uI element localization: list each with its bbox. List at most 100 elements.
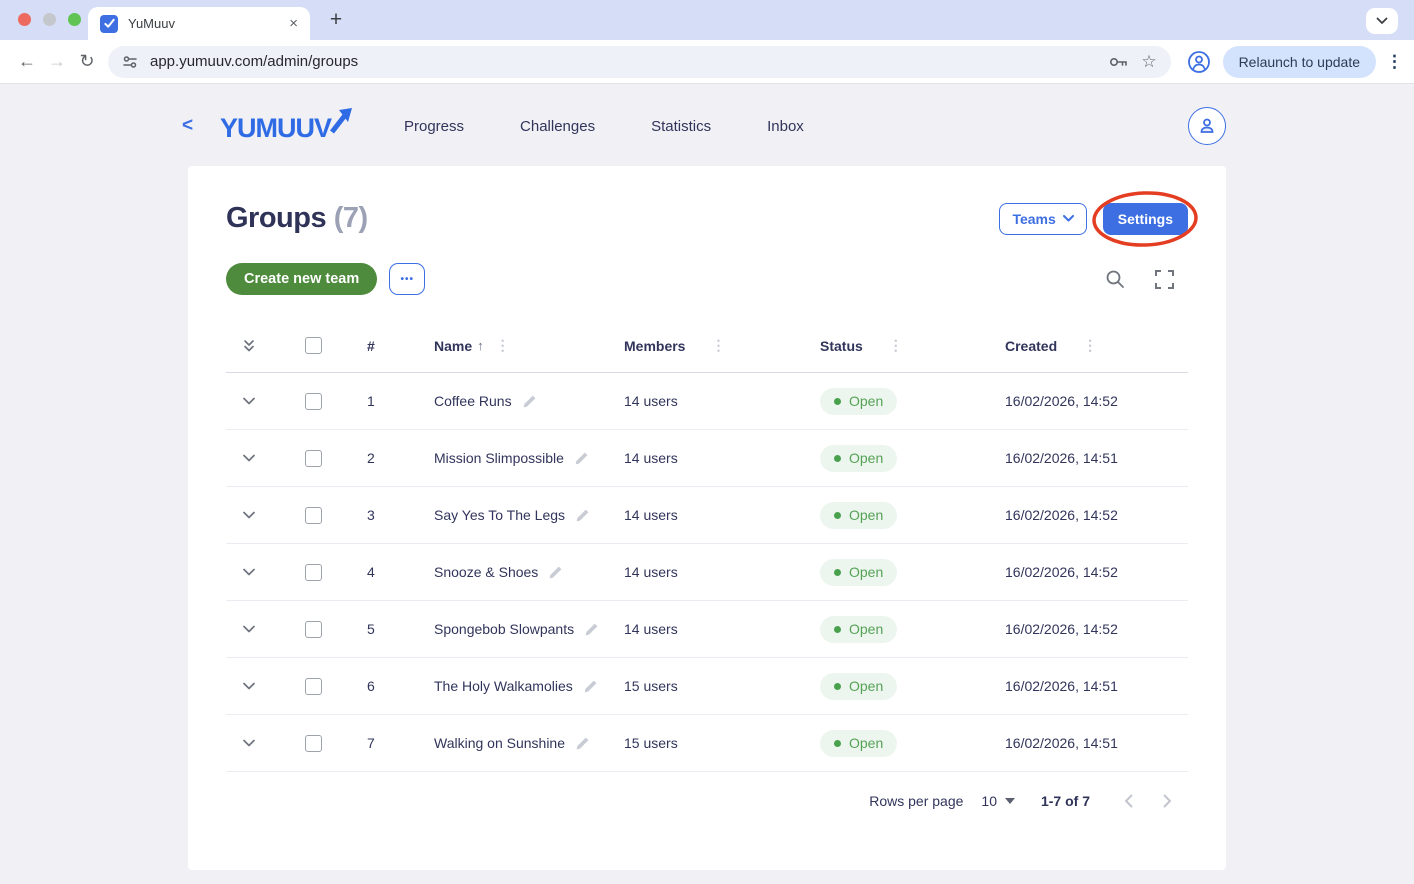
members-count: 14 users bbox=[624, 450, 820, 466]
tab-close-icon[interactable]: × bbox=[289, 16, 298, 31]
browser-profile-button[interactable] bbox=[1187, 50, 1211, 74]
window-minimize-button[interactable] bbox=[43, 13, 56, 26]
new-tab-button[interactable]: + bbox=[324, 8, 348, 32]
column-header-status[interactable]: Status ⋮ bbox=[820, 337, 1005, 354]
column-menu-icon[interactable]: ⋮ bbox=[1083, 337, 1097, 354]
column-menu-icon[interactable]: ⋮ bbox=[889, 337, 903, 354]
tab-title: YuMuuv bbox=[128, 16, 279, 31]
forward-button[interactable]: → bbox=[42, 51, 72, 72]
group-name: The Holy Walkamolies bbox=[434, 678, 573, 694]
created-date: 16/02/2026, 14:52 bbox=[1005, 393, 1188, 409]
relaunch-to-update-button[interactable]: Relaunch to update bbox=[1223, 46, 1376, 78]
browser-tab[interactable]: YuMuuv × bbox=[88, 7, 310, 40]
created-date: 16/02/2026, 14:51 bbox=[1005, 735, 1188, 751]
row-checkbox[interactable] bbox=[305, 507, 322, 524]
table-body: 1 Coffee Runs 14 users Open 16/02/2026, … bbox=[226, 373, 1188, 772]
row-checkbox[interactable] bbox=[305, 678, 322, 695]
column-header-num[interactable]: # bbox=[354, 338, 434, 354]
svg-text:YUMUUV: YUMUUV bbox=[220, 113, 332, 143]
members-count: 14 users bbox=[624, 621, 820, 637]
row-checkbox[interactable] bbox=[305, 393, 322, 410]
status-dot-icon bbox=[834, 569, 841, 576]
status-badge: Open bbox=[820, 673, 897, 700]
edit-pencil-icon[interactable] bbox=[575, 736, 590, 751]
user-avatar-button[interactable] bbox=[1188, 107, 1226, 145]
edit-pencil-icon[interactable] bbox=[584, 622, 599, 637]
row-expand-chevron-icon[interactable] bbox=[242, 568, 256, 577]
back-button[interactable]: ← bbox=[12, 51, 42, 72]
status-badge: Open bbox=[820, 616, 897, 643]
table-row: 6 The Holy Walkamolies 15 users Open 16/… bbox=[226, 658, 1188, 715]
window-controls bbox=[18, 13, 81, 26]
group-name: Say Yes To The Legs bbox=[434, 507, 565, 523]
chevron-down-icon bbox=[1376, 17, 1388, 25]
search-icon[interactable] bbox=[1105, 269, 1125, 289]
create-new-team-button[interactable]: Create new team bbox=[226, 263, 377, 295]
tab-search-button[interactable] bbox=[1366, 8, 1398, 34]
address-bar[interactable]: app.yumuuv.com/admin/groups ☆ bbox=[108, 46, 1171, 78]
nav-item-inbox[interactable]: Inbox bbox=[767, 118, 804, 135]
nav-item-progress[interactable]: Progress bbox=[404, 118, 464, 135]
pagination-range: 1-7 of 7 bbox=[1041, 793, 1090, 809]
browser-menu-icon[interactable]: ⋮ bbox=[1386, 52, 1402, 72]
group-name: Mission Slimpossible bbox=[434, 450, 564, 466]
window-zoom-button[interactable] bbox=[68, 13, 81, 26]
row-number: 5 bbox=[354, 621, 434, 637]
row-checkbox[interactable] bbox=[305, 735, 322, 752]
row-expand-chevron-icon[interactable] bbox=[242, 454, 256, 463]
url-text[interactable]: app.yumuuv.com/admin/groups bbox=[150, 53, 358, 70]
settings-button[interactable]: Settings bbox=[1103, 203, 1188, 235]
chevron-left-icon bbox=[1124, 794, 1133, 808]
row-checkbox[interactable] bbox=[305, 564, 322, 581]
edit-pencil-icon[interactable] bbox=[522, 394, 537, 409]
column-header-members[interactable]: Members ⋮ bbox=[624, 337, 820, 354]
more-actions-button[interactable]: ••• bbox=[389, 263, 425, 295]
edit-pencil-icon[interactable] bbox=[548, 565, 563, 580]
row-checkbox[interactable] bbox=[305, 621, 322, 638]
group-name: Snooze & Shoes bbox=[434, 564, 538, 580]
status-dot-icon bbox=[834, 683, 841, 690]
pagination: Rows per page 10 1-7 of 7 bbox=[226, 782, 1188, 820]
app-page: < YUMUUV Progress Challenges Statistics … bbox=[0, 84, 1414, 884]
rows-per-page-select[interactable]: 10 bbox=[981, 793, 1015, 809]
row-expand-chevron-icon[interactable] bbox=[242, 511, 256, 520]
created-date: 16/02/2026, 14:51 bbox=[1005, 450, 1188, 466]
column-menu-icon[interactable]: ⋮ bbox=[711, 337, 725, 354]
row-number: 4 bbox=[354, 564, 434, 580]
created-date: 16/02/2026, 14:52 bbox=[1005, 507, 1188, 523]
row-expand-chevron-icon[interactable] bbox=[242, 397, 256, 406]
collapse-sidebar-button[interactable]: < bbox=[182, 115, 204, 137]
expand-all-icon[interactable] bbox=[242, 339, 256, 353]
groups-count: (7) bbox=[334, 202, 368, 234]
row-checkbox[interactable] bbox=[305, 450, 322, 467]
column-menu-icon[interactable]: ⋮ bbox=[496, 337, 510, 354]
members-count: 14 users bbox=[624, 507, 820, 523]
prev-page-button[interactable] bbox=[1124, 794, 1133, 808]
bookmark-star-icon[interactable]: ☆ bbox=[1141, 52, 1156, 72]
nav-item-statistics[interactable]: Statistics bbox=[651, 118, 711, 135]
fullscreen-icon[interactable] bbox=[1155, 270, 1174, 289]
row-expand-chevron-icon[interactable] bbox=[242, 682, 256, 691]
status-dot-icon bbox=[834, 455, 841, 462]
nav-item-challenges[interactable]: Challenges bbox=[520, 118, 595, 135]
select-all-checkbox[interactable] bbox=[305, 337, 322, 354]
row-number: 3 bbox=[354, 507, 434, 523]
group-name: Coffee Runs bbox=[434, 393, 512, 409]
edit-pencil-icon[interactable] bbox=[575, 508, 590, 523]
members-count: 14 users bbox=[624, 393, 820, 409]
chevron-right-icon bbox=[1163, 794, 1172, 808]
teams-dropdown-button[interactable]: Teams bbox=[999, 203, 1086, 235]
edit-pencil-icon[interactable] bbox=[583, 679, 598, 694]
next-page-button[interactable] bbox=[1163, 794, 1172, 808]
password-key-icon[interactable] bbox=[1109, 55, 1129, 69]
chevron-down-icon bbox=[1063, 215, 1074, 222]
column-header-created[interactable]: Created ⋮ bbox=[1005, 337, 1188, 354]
site-settings-icon[interactable] bbox=[122, 54, 138, 70]
reload-button[interactable]: ↻ bbox=[72, 51, 102, 72]
column-header-name[interactable]: Name ↑ ⋮ bbox=[434, 337, 624, 354]
row-number: 1 bbox=[354, 393, 434, 409]
edit-pencil-icon[interactable] bbox=[574, 451, 589, 466]
row-expand-chevron-icon[interactable] bbox=[242, 625, 256, 634]
row-expand-chevron-icon[interactable] bbox=[242, 739, 256, 748]
window-close-button[interactable] bbox=[18, 13, 31, 26]
